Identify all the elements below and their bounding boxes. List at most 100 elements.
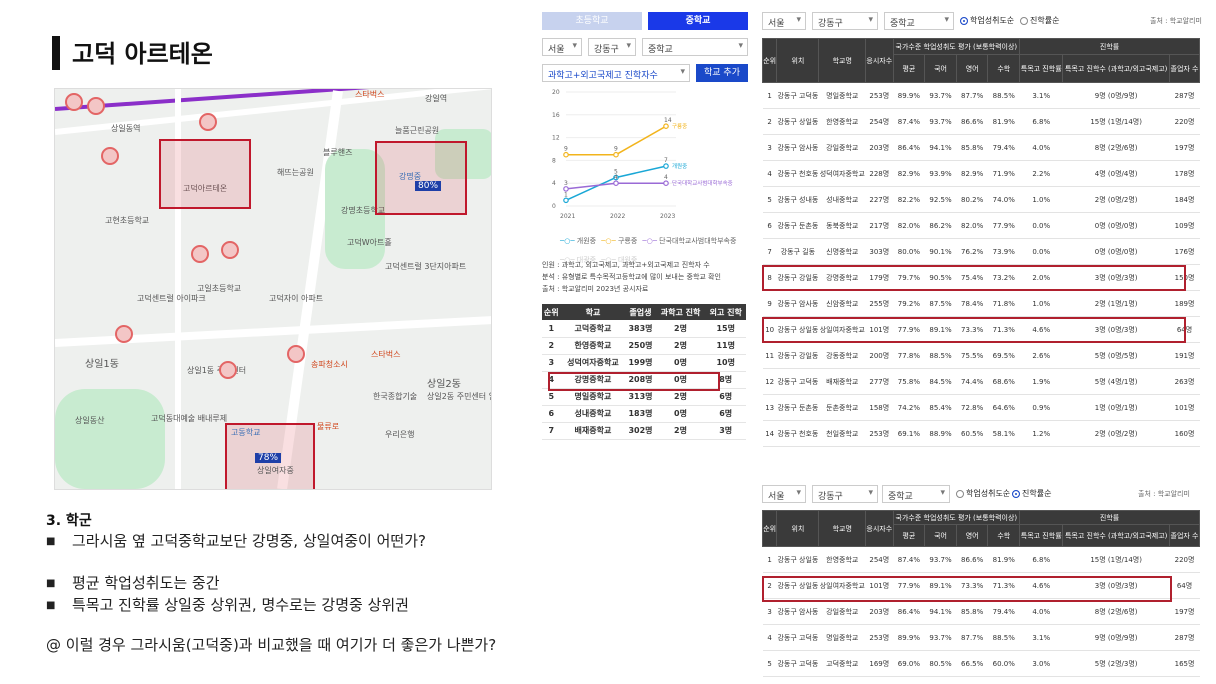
tab-middle[interactable]: 중학교: [648, 12, 748, 30]
table-cell: 191명: [1169, 342, 1200, 369]
table-cell: 3.0%: [1019, 650, 1063, 677]
table-cell: 88.5%: [987, 82, 1020, 109]
table-header: 특목고 진학률: [1019, 524, 1064, 547]
x-tick-label: 2021: [560, 213, 575, 220]
table-cell: 220명: [1169, 546, 1200, 573]
table-cell: 92.5%: [924, 186, 957, 213]
table-cell: 287명: [1169, 82, 1200, 109]
table-cell: 85.4%: [924, 394, 957, 421]
table-cell: 강동구 고덕동: [776, 650, 819, 677]
radio-achievement[interactable]: 학업성취도순: [960, 15, 1014, 26]
data-point: [563, 151, 569, 158]
table-cell: 227명: [865, 186, 894, 213]
user-pin-icon[interactable]: [219, 361, 237, 379]
table-cell: 79.4%: [987, 134, 1020, 161]
table-cell: 158명: [865, 394, 894, 421]
district-select[interactable]: 강동구: [812, 485, 878, 503]
table-cell: 254명: [865, 108, 894, 135]
table-cell: 68.6%: [987, 368, 1020, 395]
map-label: 해뜨는공원: [277, 168, 314, 177]
user-pin-icon[interactable]: [115, 325, 133, 343]
highlight-gangmyung-school: 강명중 80%: [375, 141, 467, 215]
school-type-select[interactable]: 중학교: [882, 485, 950, 503]
table-cell: 302명: [625, 422, 656, 440]
table-row: 1 강동구 상일동 한영중학교 254명 87.4% 93.7% 86.6% 81.9% 6.8…: [762, 546, 1200, 573]
table-cell: 87.7%: [956, 82, 988, 109]
table-cell: 고덕중학교: [818, 650, 866, 677]
table-cell: 73.9%: [987, 238, 1020, 265]
tab-elementary[interactable]: 초등학교: [542, 12, 642, 30]
table-cell: 고덕중학교: [560, 320, 626, 338]
table-header: 졸업자 수: [1169, 524, 1200, 547]
user-pin-icon[interactable]: [287, 345, 305, 363]
table-row: 7 강동구 길동 신명중학교 303명 80.0% 90.1% 76.2% 73.9% 0.0%…: [762, 238, 1200, 265]
table-cell: 2: [542, 337, 561, 355]
user-pin-icon[interactable]: [191, 245, 209, 263]
series-end-label: 구룡중: [672, 123, 687, 130]
table-cell: 2명: [655, 422, 706, 440]
district-select[interactable]: 강동구: [588, 38, 636, 56]
table-cell: 277명: [865, 368, 894, 395]
table-cell: 88.9%: [924, 420, 957, 447]
table-header: 위치: [776, 38, 820, 83]
category-select[interactable]: 과학고+외고국제고 진학자수: [542, 64, 690, 82]
table-row: 2 한영중학교 250명 2명 11명: [542, 337, 746, 355]
table-cell: 둔촌중학교: [818, 394, 866, 421]
table-cell: 1.0%: [1019, 290, 1063, 317]
table-cell: 263명: [1169, 368, 1200, 395]
radio-achievement[interactable]: 학업성취도순: [956, 488, 1010, 499]
map-label: 송파청소시: [311, 360, 348, 369]
school-type-select[interactable]: 중학교: [884, 12, 954, 30]
table-cell: 81.9%: [987, 546, 1020, 573]
table-cell: 1.0%: [1019, 186, 1063, 213]
bullet-item: ■ 그라시움 옆 고덕중학교보단 강명중, 상일여중이 어떤가?: [46, 532, 426, 550]
user-pin-icon[interactable]: [101, 147, 119, 165]
table-header: 평균: [892, 54, 926, 83]
table-row: 3 강동구 암사동 강일중학교 203명 86.4% 94.1% 85.8% 79.4% 4.0…: [762, 598, 1200, 625]
table-cell: 0.0%: [1019, 212, 1063, 239]
add-school-button[interactable]: 학교 추가: [696, 64, 748, 82]
data-point: [663, 163, 669, 169]
table-cell: 14: [762, 420, 777, 447]
table-row: 1 강동구 고덕동 명일중학교 253명 89.9% 93.7% 87.7% 88.5% 3.1…: [762, 82, 1200, 109]
table-cell: 2.2%: [1019, 160, 1063, 187]
data-point: [613, 151, 619, 158]
table-cell: 2명 (0명/2명): [1062, 420, 1170, 447]
table-header: 진학률: [1019, 510, 1200, 525]
table-cell: 77.9%: [987, 212, 1020, 239]
table-cell: 71.9%: [987, 160, 1020, 187]
table-cell: 3.1%: [1019, 82, 1063, 109]
radio-rate[interactable]: 진학률순: [1012, 488, 1051, 499]
district-select[interactable]: 강동구: [812, 12, 878, 30]
table-cell: 86.6%: [956, 546, 988, 573]
user-pin-icon[interactable]: [65, 93, 83, 111]
table-cell: 75.8%: [893, 368, 925, 395]
bullet-item: ■ 평균 학업성취도는 중간: [46, 574, 220, 592]
data-point: [563, 197, 569, 204]
map-view[interactable]: 상일동역 강일역 스타벅스 늘품근린공원 블루핸즈 해뜨는공원 고덕아르테온 강…: [54, 88, 492, 490]
source-text: 출처 : 학교알리미: [1150, 17, 1202, 25]
table-cell: 86.6%: [956, 108, 988, 135]
table-cell: 199명: [625, 354, 656, 372]
region-select[interactable]: 서울: [542, 38, 582, 56]
table-cell: 220명: [1169, 108, 1200, 135]
user-pin-icon[interactable]: [87, 97, 105, 115]
radio-rate[interactable]: 진학률순: [1020, 15, 1059, 26]
region-select[interactable]: 서울: [762, 12, 806, 30]
x-tick-label: 2022: [610, 213, 625, 220]
table-cell: 강동구 둔촌동: [776, 212, 819, 239]
table-cell: 천일중학교: [818, 420, 866, 447]
table-cell: 89.9%: [893, 624, 925, 651]
table-cell: 6.8%: [1019, 546, 1063, 573]
user-pin-icon[interactable]: [221, 241, 239, 259]
table-cell: 183명: [625, 405, 656, 423]
x-tick-label: 2023: [660, 213, 675, 220]
table-cell: 2명 (0명/2명): [1062, 186, 1170, 213]
user-pin-icon[interactable]: [199, 113, 217, 131]
y-tick-label: 4: [552, 180, 556, 187]
table-row: 6 성내중학교 183명 0명 6명: [542, 405, 746, 423]
region-select[interactable]: 서울: [762, 485, 806, 503]
table-header: 학교: [560, 304, 626, 320]
school-type-select[interactable]: 중학교: [642, 38, 748, 56]
map-label: 상일1동: [85, 359, 119, 370]
